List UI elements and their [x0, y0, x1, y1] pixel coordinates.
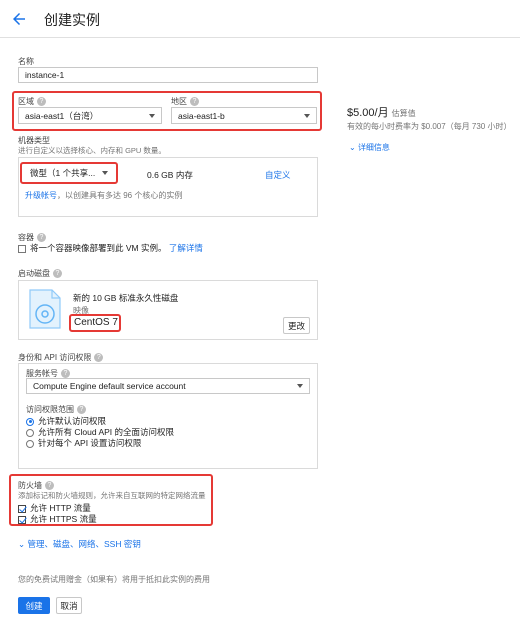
estimate-label: 估算值 [391, 109, 416, 118]
monthly-price: $5.00/月 [347, 107, 389, 119]
dropdown-caret-icon [297, 384, 303, 388]
http-checkbox[interactable] [18, 504, 26, 513]
upgrade-text: ，以创建具有多达 96 个核心的实例 [57, 191, 183, 200]
advanced-options-label: 管理、磁盘、网络、SSH 密钥 [27, 539, 141, 549]
identity-label-row: 身份和 API 访问权限? [18, 352, 104, 363]
dropdown-caret-icon [102, 171, 108, 175]
zone-label-row: 地区? [171, 96, 199, 107]
back-arrow-icon[interactable] [10, 10, 28, 28]
boot-disk-panel [18, 280, 318, 340]
region-select[interactable]: asia-east1（台湾） [18, 107, 162, 124]
page-title: 创建实例 [44, 12, 100, 28]
access-scope-label-row: 访问权限范围? [26, 404, 86, 415]
access-option-per-api[interactable]: 针对每个 API 设置访问权限 [26, 437, 141, 449]
create-button[interactable]: 创建 [18, 597, 50, 614]
https-checkbox[interactable] [18, 515, 26, 524]
help-icon[interactable]: ? [77, 405, 86, 415]
disk-title: 新的 10 GB 标准永久性磁盘 [73, 293, 179, 303]
region-value: asia-east1（台湾） [25, 110, 99, 121]
name-label: 名称 [18, 57, 34, 66]
hourly-rate: 有效的每小时费率为 $0.007（每月 730 小时） [347, 122, 512, 131]
radio-default[interactable] [26, 417, 34, 426]
service-account-select[interactable]: Compute Engine default service account [26, 378, 310, 394]
help-icon[interactable]: ? [94, 353, 104, 363]
dropdown-caret-icon [304, 113, 310, 118]
identity-label: 身份和 API 访问权限 [18, 353, 92, 362]
firewall-label: 防火墙 [18, 481, 42, 490]
help-icon[interactable]: ? [53, 269, 62, 279]
access-option-label: 针对每个 API 设置访问权限 [38, 438, 142, 448]
free-trial-text: 您的免费试用赠金（如果有）将用于抵扣此实例的费用 [18, 575, 210, 584]
image-value: CentOS 7 [74, 317, 118, 328]
access-option-label: 允许默认访问权限 [38, 416, 107, 426]
upgrade-row: 升级帐号，以创建具有多达 96 个核心的实例 [25, 190, 182, 201]
cancel-button[interactable]: 取消 [56, 597, 82, 614]
customize-link[interactable]: 自定义 [265, 169, 291, 181]
instance-name-value: instance-1 [25, 70, 65, 80]
container-row: 将一个容器映像部署到此 VM 实例。 了解详情 [18, 242, 203, 254]
firewall-description: 添加标记和防火墙规则，允许来自互联网的特定网络流量 [18, 491, 206, 500]
machine-type-value: 微型（1 个共享... [30, 168, 96, 178]
instance-name-input[interactable]: instance-1 [18, 67, 318, 83]
change-disk-button[interactable]: 更改 [283, 317, 310, 334]
container-checkbox-label: 将一个容器映像部署到此 VM 实例。 [30, 243, 167, 253]
region-label: 区域 [18, 97, 34, 106]
dropdown-caret-icon [149, 113, 155, 118]
upgrade-link[interactable]: 升级帐号 [25, 191, 57, 200]
zone-label: 地区 [171, 97, 187, 106]
radio-per-api[interactable] [26, 439, 34, 448]
https-label: 允许 HTTPS 流量 [30, 514, 97, 524]
https-row[interactable]: 允许 HTTPS 流量 [18, 513, 97, 525]
chevron-down-icon: ⌄ [18, 539, 26, 549]
help-icon[interactable]: ? [37, 97, 46, 107]
boot-disk-label: 启动磁盘 [18, 269, 50, 278]
service-account-label: 服务帐号 [26, 369, 58, 378]
radio-full[interactable] [26, 428, 34, 437]
container-label: 容器 [18, 233, 34, 242]
container-checkbox[interactable] [18, 244, 26, 253]
access-scope-label: 访问权限范围 [26, 405, 74, 414]
advanced-options-link[interactable]: ⌄ 管理、磁盘、网络、SSH 密钥 [18, 538, 141, 550]
learn-more-link[interactable]: 了解详情 [169, 243, 203, 253]
access-option-label: 允许所有 Cloud API 的全面访问权限 [38, 427, 175, 437]
machine-type-description: 进行自定义以选择核心、内存和 GPU 数量。 [18, 146, 166, 155]
help-icon[interactable]: ? [190, 97, 199, 107]
disk-image-icon [29, 289, 61, 329]
service-account-value: Compute Engine default service account [33, 381, 186, 391]
boot-disk-label-row: 启动磁盘? [18, 268, 62, 279]
http-label: 允许 HTTP 流量 [30, 503, 91, 513]
zone-value: asia-east1-b [178, 110, 225, 121]
zone-select[interactable]: asia-east1-b [171, 107, 317, 124]
details-link-label: 详细信息 [357, 143, 390, 152]
memory-value: 0.6 GB 内存 [147, 170, 193, 180]
chevron-down-icon: ⌄ [349, 143, 356, 152]
page-header: 创建实例 [0, 0, 520, 38]
region-label-row: 区域? [18, 96, 46, 107]
price-row: $5.00/月 估算值 [347, 104, 416, 120]
machine-type-select[interactable]: 微型（1 个共享... [24, 165, 114, 181]
details-link[interactable]: ⌄ 详细信息 [349, 142, 390, 153]
